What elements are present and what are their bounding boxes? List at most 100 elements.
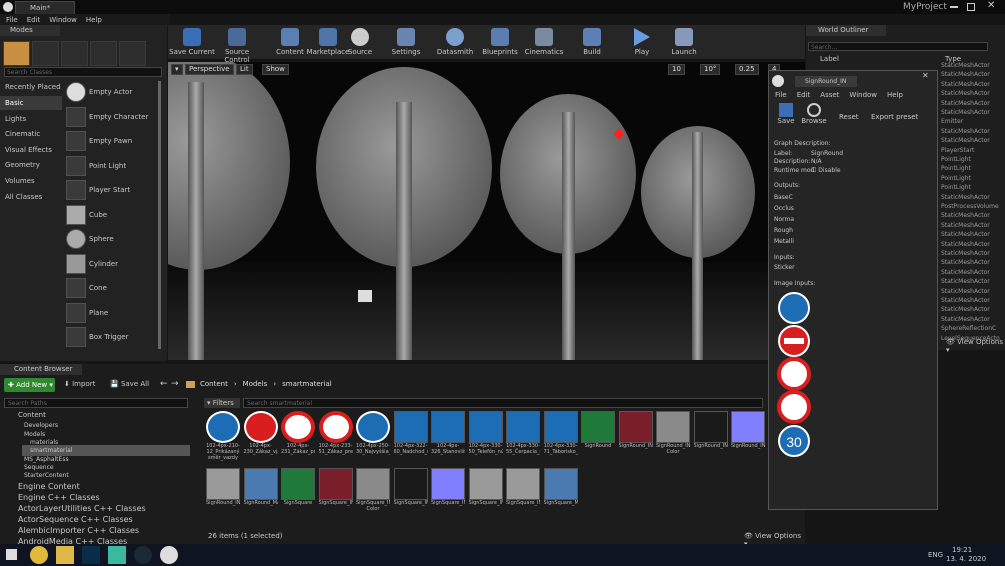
snap-rotation-value[interactable]: 10° <box>700 64 721 75</box>
output-basecolor[interactable]: BaseC <box>774 193 793 203</box>
motorcycle-sign[interactable] <box>777 390 811 424</box>
tree-actorsequence[interactable]: ActorSequence C++ Classes <box>18 514 133 525</box>
datasmith-button[interactable]: Datasmith <box>431 25 479 60</box>
search-classes-input[interactable]: Search Classes <box>4 67 162 77</box>
outliner-row[interactable]: LevelSequenceActo <box>941 334 1001 343</box>
category-geometry[interactable]: Geometry <box>5 158 40 172</box>
source-button[interactable]: Source <box>340 25 380 60</box>
editor-tab[interactable]: SignRound_IN <box>795 76 857 87</box>
asset-tile[interactable]: 102-4px-250-30_Najvyššia_dovolená <box>356 411 390 461</box>
outliner-row[interactable]: StaticMeshActor <box>941 221 1001 230</box>
asset-tile[interactable]: SignSquare_INST <box>318 468 353 518</box>
asset-search-input[interactable]: Search smartmaterial <box>243 398 763 408</box>
menu-edit[interactable]: Edit <box>797 91 811 99</box>
mixer-icon[interactable] <box>108 546 126 564</box>
breadcrumb-content[interactable]: Content <box>200 380 228 388</box>
place-item-empty-actor[interactable]: Empty Actor <box>66 81 158 103</box>
tree-androidmedia[interactable]: AndroidMedia C++ Classes <box>18 536 127 544</box>
maximize-button[interactable] <box>967 3 975 11</box>
tree-alembicimporter[interactable]: AlembicImporter C++ Classes <box>18 525 139 536</box>
tree-engine-content[interactable]: Engine Content <box>18 481 80 492</box>
build-button[interactable]: Build <box>568 25 616 60</box>
geometry-mode-icon[interactable] <box>119 41 146 66</box>
lit-button[interactable]: Lit <box>236 64 253 75</box>
outliner-row[interactable]: StaticMeshActor <box>941 108 1001 117</box>
place-item-sphere[interactable]: Sphere <box>66 228 158 250</box>
category-volumes[interactable]: Volumes <box>5 174 35 188</box>
viewport-options-button[interactable]: ▾ <box>171 64 183 75</box>
perspective-button[interactable]: Perspective <box>185 64 234 75</box>
menu-file[interactable]: File <box>6 16 18 24</box>
snap-scale-value[interactable]: 0.25 <box>735 64 759 75</box>
outliner-row[interactable]: Emitter <box>941 117 1001 126</box>
place-item-plane[interactable]: Plane <box>66 302 158 324</box>
asset-tile[interactable]: SignRound_INST_Metallic <box>693 411 728 461</box>
paint-mode-icon[interactable] <box>32 41 59 66</box>
photoshop-icon[interactable] <box>82 546 100 564</box>
close-button[interactable]: ✕ <box>987 0 995 11</box>
history-forward-button[interactable]: → <box>171 379 179 389</box>
menu-help[interactable]: Help <box>86 16 102 24</box>
place-item-empty-pawn[interactable]: Empty Pawn <box>66 130 158 152</box>
asset-tile[interactable]: SignRound_INST <box>618 411 653 461</box>
outliner-row[interactable]: StaticMeshActor <box>941 268 1001 277</box>
category-recently-placed[interactable]: Recently Placed <box>5 80 61 94</box>
outliner-row[interactable]: StaticMeshActor <box>941 249 1001 258</box>
outliner-row[interactable]: StaticMeshActor <box>941 61 1001 70</box>
asset-tile[interactable]: 102-4px-330-71_Táborisko_svg <box>543 411 578 461</box>
save-all-button[interactable]: 💾 Save All <box>110 380 149 388</box>
output-metallic[interactable]: Metalli <box>774 237 794 247</box>
asset-tile[interactable]: 102-4px-233-51_Zákaz_premavky_pre <box>318 411 353 461</box>
save-current-button[interactable]: Save Current <box>168 25 216 60</box>
menu-window[interactable]: Window <box>849 91 877 99</box>
explorer-icon[interactable] <box>56 546 74 564</box>
menu-asset[interactable]: Asset <box>820 91 839 99</box>
sticker-input[interactable]: Sticker <box>774 263 795 273</box>
outliner-row[interactable]: PlayerStart <box>941 146 1001 155</box>
foliage-mode-icon[interactable] <box>90 41 117 66</box>
level-tab[interactable]: Main* <box>15 1 75 14</box>
outliner-row[interactable]: PostProcessVolume <box>941 202 1001 211</box>
asset-tile[interactable]: SignSquare_INST_Metallic <box>393 468 428 518</box>
menu-help[interactable]: Help <box>887 91 903 99</box>
category-all-classes[interactable]: All Classes <box>5 190 42 204</box>
snap-grid-value[interactable]: 10 <box>668 64 685 75</box>
place-item-cylinder[interactable]: Cylinder <box>66 253 158 275</box>
outliner-row[interactable]: PointLight <box>941 183 1001 192</box>
settings-button[interactable]: Settings <box>382 25 430 60</box>
place-item-cube[interactable]: Cube <box>66 204 158 226</box>
add-new-button[interactable]: ✚ Add New ▾ <box>4 378 55 392</box>
asset-tile[interactable]: SignRound <box>581 411 615 461</box>
asset-tile[interactable]: SignSquare_MAT <box>543 468 578 518</box>
outliner-row[interactable]: PointLight <box>941 155 1001 164</box>
place-mode-icon[interactable] <box>3 41 30 66</box>
editor-browse-button[interactable]: Browse <box>801 103 827 125</box>
import-button[interactable]: ⬇ Import <box>64 380 95 388</box>
outliner-row[interactable]: StaticMeshActor <box>941 136 1001 145</box>
windows-start-icon[interactable] <box>6 549 17 560</box>
launch-button[interactable]: Launch <box>660 25 708 60</box>
outliner-row[interactable]: PointLight <box>941 174 1001 183</box>
place-item-cone[interactable]: Cone <box>66 277 158 299</box>
asset-tile[interactable]: SignSquare_INST_Base Color <box>356 468 390 518</box>
menu-file[interactable]: File <box>775 91 787 99</box>
reset-button[interactable]: Reset <box>839 113 859 121</box>
asset-tile[interactable]: SignSquare_INST_Occlusion <box>468 468 503 518</box>
ring-sign[interactable] <box>777 357 811 391</box>
landscape-mode-icon[interactable] <box>61 41 88 66</box>
modes-tab[interactable]: Modes <box>0 25 60 36</box>
runtime-disable-checkbox[interactable]: ☐ Disable <box>811 166 841 176</box>
menu-edit[interactable]: Edit <box>27 16 41 24</box>
minimize-button[interactable] <box>950 6 958 8</box>
category-visual-effects[interactable]: Visual Effects <box>5 143 52 157</box>
place-item-player-start[interactable]: Player Start <box>66 179 158 201</box>
outliner-row[interactable]: StaticMeshActor <box>941 305 1001 314</box>
tree-actorlayerutilities[interactable]: ActorLayerUtilities C++ Classes <box>18 503 146 514</box>
outliner-row[interactable]: SphereReflectionC <box>941 324 1001 333</box>
tree-startercontent[interactable]: StarterContent <box>24 470 69 481</box>
language-indicator[interactable]: ENG <box>928 551 943 559</box>
outliner-row[interactable]: StaticMeshActor <box>941 296 1001 305</box>
history-back-button[interactable]: ← <box>160 379 168 389</box>
unreal-engine-icon[interactable] <box>160 546 178 564</box>
source-control-button[interactable]: Source Control <box>212 25 262 64</box>
